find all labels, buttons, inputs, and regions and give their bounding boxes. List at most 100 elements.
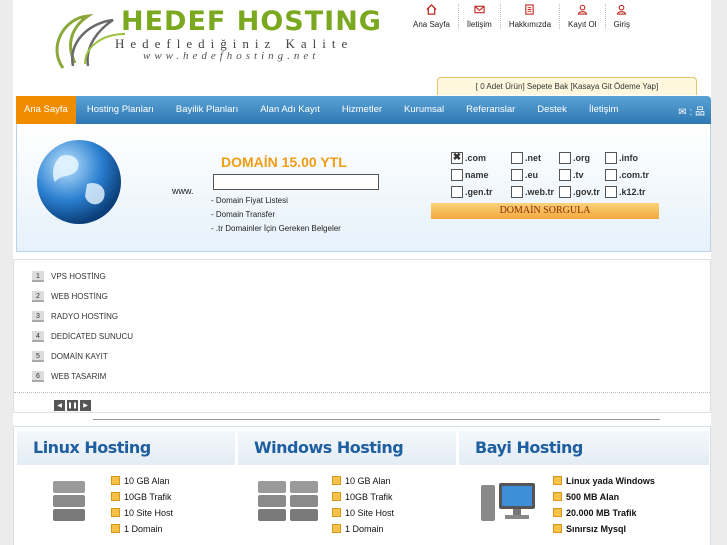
home-icon bbox=[426, 4, 437, 15]
checkbox[interactable] bbox=[511, 186, 523, 198]
server-icon bbox=[258, 481, 318, 521]
list-item[interactable]: 2 WEB HOSTİNG bbox=[32, 286, 133, 306]
plan-reseller[interactable]: Bayi Hosting Linux yada Windows 500 MB A… bbox=[459, 431, 709, 545]
tld-option[interactable]: .gen.tr bbox=[451, 186, 511, 198]
tld-label: name bbox=[465, 170, 489, 180]
plan-title[interactable]: Windows Hosting bbox=[238, 431, 456, 465]
mail-sitemap-icon[interactable]: ✉ : 品 bbox=[678, 103, 711, 118]
checkbox[interactable] bbox=[511, 152, 523, 164]
item-label: DEDİCATED SUNUCU bbox=[51, 331, 134, 341]
checkbox[interactable] bbox=[451, 169, 463, 181]
tld-option[interactable]: .web.tr bbox=[511, 186, 559, 198]
server-icon bbox=[53, 481, 85, 521]
checkbox[interactable] bbox=[605, 186, 617, 198]
top-nav: Ana Sayfa İletişim Hakkımızda Kayıt Ol G… bbox=[405, 4, 638, 29]
checkbox[interactable] bbox=[605, 152, 617, 164]
domain-price-list-link[interactable]: - Domain Fiyat Listesi bbox=[211, 194, 341, 208]
tld-option[interactable]: .info bbox=[605, 152, 665, 164]
top-nav-about[interactable]: Hakkımızda bbox=[499, 4, 559, 29]
plan-feature: 500 MB Alan bbox=[553, 489, 655, 505]
cart-bar[interactable]: [ 0 Adet Ürün] Sepete Bak [Kasaya Git Öd… bbox=[437, 77, 697, 95]
user-add-icon bbox=[577, 4, 588, 15]
brand-title[interactable]: HEDEF HOSTING bbox=[121, 6, 382, 37]
nav-item-corporate[interactable]: Kurumsal bbox=[393, 96, 455, 124]
services-list: 1 VPS HOSTİNG 2 WEB HOSTİNG 3 RADYO HOSTİNG… bbox=[32, 266, 133, 386]
nav-item-contact[interactable]: İletişim bbox=[578, 96, 630, 124]
next-icon[interactable]: ▶ bbox=[80, 400, 91, 411]
checkbox[interactable] bbox=[559, 169, 571, 181]
tld-option[interactable]: .tv bbox=[559, 169, 605, 181]
tld-label: .gov.tr bbox=[573, 187, 600, 197]
tld-option[interactable]: .org bbox=[559, 152, 605, 164]
item-label: DOMAİN KAYIT bbox=[51, 351, 108, 361]
plan-feature: 1 Domain bbox=[111, 521, 173, 537]
divider bbox=[93, 419, 660, 420]
plan-title[interactable]: Bayi Hosting bbox=[459, 431, 709, 465]
nav-item-domain-register[interactable]: Alan Adı Kayıt bbox=[249, 96, 331, 124]
top-nav-home[interactable]: Ana Sayfa bbox=[405, 4, 458, 29]
tld-option[interactable]: .net bbox=[511, 152, 559, 164]
tld-label: .gen.tr bbox=[465, 187, 493, 197]
tld-label: .com bbox=[465, 153, 487, 163]
plan-feature: Sınırsız Mysql bbox=[553, 521, 655, 537]
top-nav-label: İletişim bbox=[466, 20, 492, 29]
list-item[interactable]: 6 WEB TASARIM bbox=[32, 366, 133, 386]
nav-item-references[interactable]: Referanslar bbox=[455, 96, 526, 124]
tld-label: .k12.tr bbox=[619, 187, 646, 197]
plan-feature: Linux yada Windows bbox=[553, 473, 655, 489]
checkbox[interactable] bbox=[559, 152, 571, 164]
domain-search-panel: DOMAİN 15.00 YTL www. - Domain Fiyat Lis… bbox=[16, 124, 711, 252]
services-list-panel: 1 VPS HOSTİNG 2 WEB HOSTİNG 3 RADYO HOSTİNG… bbox=[13, 259, 711, 413]
tld-option[interactable]: .k12.tr bbox=[605, 186, 665, 198]
tr-documents-link[interactable]: - .tr Domainler İçin Gereken Belgeler bbox=[211, 222, 341, 236]
checkbox[interactable] bbox=[559, 186, 571, 198]
item-number: 3 bbox=[32, 310, 44, 322]
top-nav-label: Kayıt Ol bbox=[568, 20, 597, 29]
top-nav-label: Giriş bbox=[613, 20, 630, 29]
tld-option[interactable]: .gov.tr bbox=[559, 186, 605, 198]
item-number: 5 bbox=[32, 350, 44, 362]
list-item[interactable]: 3 RADYO HOSTİNG bbox=[32, 306, 133, 326]
tld-label: .web.tr bbox=[525, 187, 555, 197]
plan-windows[interactable]: Windows Hosting 10 GB Alan 10GB Trafik 1… bbox=[238, 431, 456, 545]
pause-icon[interactable]: ❚❚ bbox=[67, 400, 78, 411]
list-item[interactable]: 5 DOMAİN KAYIT bbox=[32, 346, 133, 366]
top-nav-login[interactable]: Giriş bbox=[604, 4, 638, 29]
domain-input[interactable] bbox=[213, 174, 379, 190]
plan-feature: 10 Site Host bbox=[111, 505, 173, 521]
checkbox[interactable] bbox=[605, 169, 617, 181]
tld-option[interactable]: .com.tr bbox=[605, 169, 665, 181]
checkbox[interactable] bbox=[511, 169, 523, 181]
tld-option[interactable]: ✖ .com bbox=[451, 152, 511, 164]
domain-query-button[interactable]: DOMAİN SORGULA bbox=[431, 203, 659, 219]
plan-title[interactable]: Linux Hosting bbox=[17, 431, 235, 465]
nav-item-reseller-plans[interactable]: Bayilik Planları bbox=[165, 96, 249, 124]
globe-icon bbox=[37, 140, 121, 224]
domain-transfer-link[interactable]: - Domain Transfer bbox=[211, 208, 341, 222]
slider-controls: ◀ ❚❚ ▶ bbox=[54, 400, 91, 411]
top-nav-label: Hakkımızda bbox=[508, 20, 552, 29]
divider bbox=[14, 392, 710, 393]
plan-linux[interactable]: Linux Hosting 10 GB Alan 10GB Trafik 10 … bbox=[17, 431, 235, 545]
top-nav-register[interactable]: Kayıt Ol bbox=[559, 4, 604, 29]
mail-icon bbox=[474, 5, 485, 14]
item-label: WEB HOSTİNG bbox=[51, 291, 108, 301]
top-nav-contact[interactable]: İletişim bbox=[457, 4, 500, 29]
hosting-plans: Linux Hosting 10 GB Alan 10GB Trafik 10 … bbox=[13, 426, 711, 545]
tld-option[interactable]: .eu bbox=[511, 169, 559, 181]
checkbox[interactable] bbox=[451, 186, 463, 198]
list-item[interactable]: 1 VPS HOSTİNG bbox=[32, 266, 133, 286]
nav-item-home[interactable]: Ana Sayfa bbox=[16, 96, 76, 124]
tld-option[interactable]: name bbox=[451, 169, 511, 181]
plan-feature: 10GB Trafik bbox=[111, 489, 173, 505]
list-item[interactable]: 4 DEDİCATED SUNUCU bbox=[32, 326, 133, 346]
top-nav-label: Ana Sayfa bbox=[413, 20, 450, 29]
tld-checkbox-grid: ✖ .com .net .org .info name .eu .tv .com.… bbox=[451, 152, 661, 198]
item-label: WEB TASARIM bbox=[51, 371, 107, 381]
checkbox-checked[interactable]: ✖ bbox=[451, 152, 463, 164]
nav-item-hosting-plans[interactable]: Hosting Planları bbox=[76, 96, 165, 124]
nav-item-support[interactable]: Destek bbox=[526, 96, 578, 124]
previous-icon[interactable]: ◀ bbox=[54, 400, 65, 411]
nav-item-services[interactable]: Hizmetler bbox=[331, 96, 393, 124]
item-label: RADYO HOSTİNG bbox=[51, 311, 119, 321]
